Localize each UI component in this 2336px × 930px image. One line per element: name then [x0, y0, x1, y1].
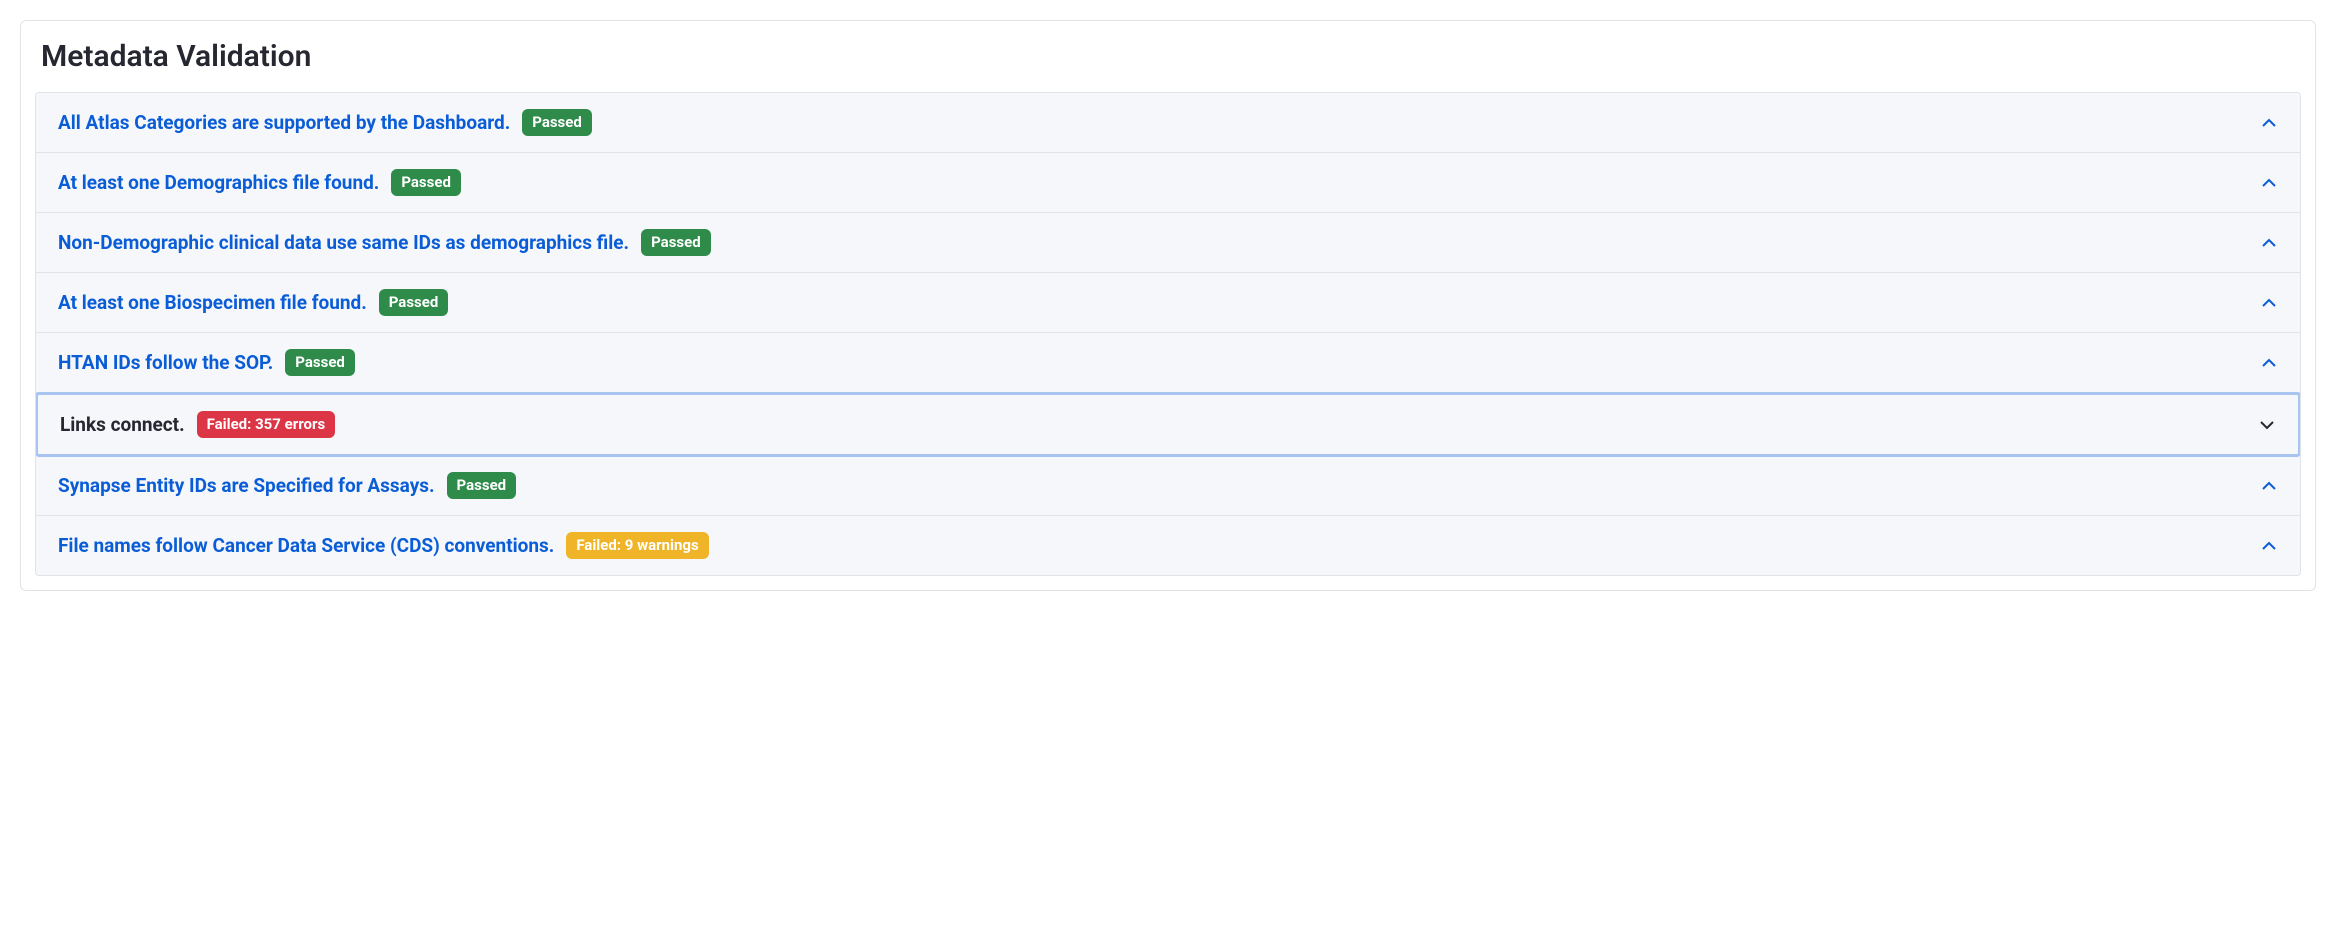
- status-badge: Passed: [379, 289, 449, 316]
- validation-item-title: Non-Demographic clinical data use same I…: [58, 231, 629, 254]
- validation-accordion: All Atlas Categories are supported by th…: [35, 92, 2301, 576]
- status-badge: Failed: 9 warnings: [566, 532, 708, 559]
- validation-item-title: At least one Demographics file found.: [58, 171, 379, 194]
- chevron-down-icon: [2258, 416, 2276, 434]
- validation-item-title: Synapse Entity IDs are Specified for Ass…: [58, 474, 435, 497]
- chevron-up-icon: [2260, 114, 2278, 132]
- chevron-up-icon: [2260, 294, 2278, 312]
- validation-item-title: At least one Biospecimen file found.: [58, 291, 367, 314]
- status-badge: Passed: [391, 169, 461, 196]
- accordion-item[interactable]: At least one Biospecimen file found. Pass…: [36, 273, 2300, 333]
- status-badge: Passed: [447, 472, 517, 499]
- accordion-item[interactable]: At least one Demographics file found. Pas…: [36, 153, 2300, 213]
- accordion-item[interactable]: File names follow Cancer Data Service (C…: [36, 516, 2300, 575]
- chevron-up-icon: [2260, 174, 2278, 192]
- accordion-item[interactable]: Links connect. Failed: 357 errors: [35, 392, 2301, 457]
- chevron-up-icon: [2260, 537, 2278, 555]
- validation-item-title: Links connect.: [60, 413, 185, 436]
- accordion-item[interactable]: Synapse Entity IDs are Specified for Ass…: [36, 456, 2300, 516]
- validation-item-title: HTAN IDs follow the SOP.: [58, 351, 273, 374]
- metadata-validation-panel: Metadata Validation All Atlas Categories…: [20, 20, 2316, 591]
- status-badge: Passed: [522, 109, 592, 136]
- status-badge: Failed: 357 errors: [197, 411, 336, 438]
- validation-item-title: All Atlas Categories are supported by th…: [58, 111, 510, 134]
- status-badge: Passed: [285, 349, 355, 376]
- panel-title: Metadata Validation: [35, 39, 2301, 74]
- chevron-up-icon: [2260, 477, 2278, 495]
- accordion-item[interactable]: HTAN IDs follow the SOP. Passed: [36, 333, 2300, 393]
- accordion-item[interactable]: Non-Demographic clinical data use same I…: [36, 213, 2300, 273]
- chevron-up-icon: [2260, 354, 2278, 372]
- chevron-up-icon: [2260, 234, 2278, 252]
- validation-item-title: File names follow Cancer Data Service (C…: [58, 534, 554, 557]
- status-badge: Passed: [641, 229, 711, 256]
- accordion-item[interactable]: All Atlas Categories are supported by th…: [36, 93, 2300, 153]
